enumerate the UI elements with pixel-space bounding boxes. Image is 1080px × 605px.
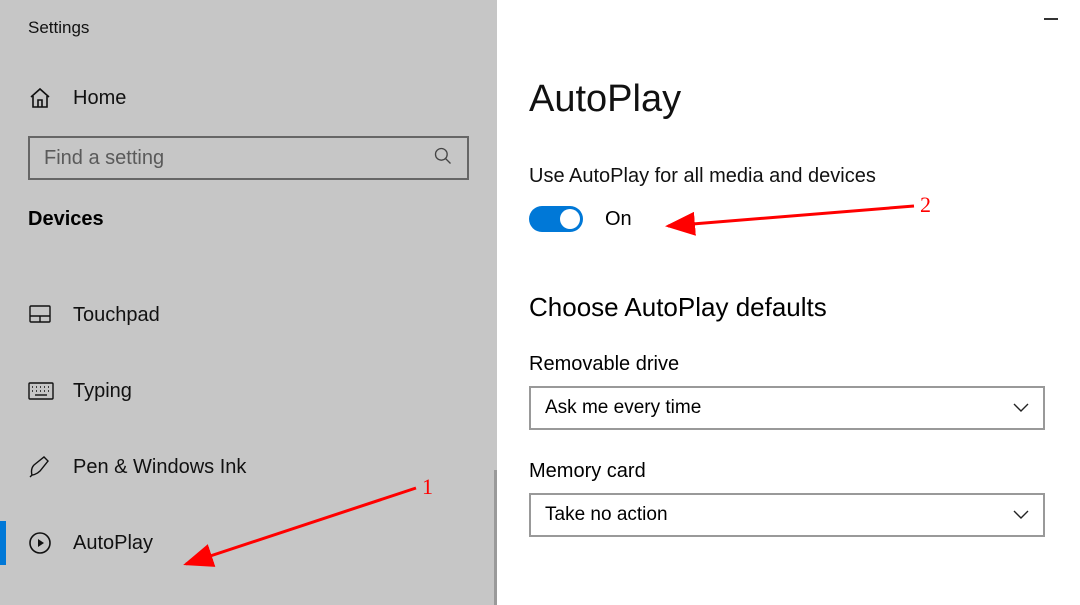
sidebar-section-title: Devices — [0, 208, 497, 231]
select-value: Take no action — [545, 504, 668, 526]
sidebar-item-home[interactable]: Home — [0, 86, 497, 110]
sidebar-item-label: Touchpad — [73, 304, 160, 327]
sidebar-item-label: Typing — [73, 380, 132, 403]
sidebar-home-label: Home — [73, 87, 126, 110]
autoplay-toggle-label: Use AutoPlay for all media and devices — [529, 165, 1056, 188]
toggle-state-label: On — [605, 208, 632, 231]
minimize-button[interactable] — [1044, 18, 1058, 20]
search-placeholder: Find a setting — [44, 147, 164, 170]
memory-card-select[interactable]: Take no action — [529, 493, 1045, 537]
sidebar-item-touchpad[interactable]: Touchpad — [0, 287, 497, 343]
pen-icon — [28, 455, 73, 479]
keyboard-icon — [28, 382, 73, 400]
sidebar: Settings Home Find a setting Devices — [0, 0, 497, 605]
chevron-down-icon — [1013, 504, 1029, 526]
page-title: AutoPlay — [529, 78, 1056, 121]
search-input[interactable]: Find a setting — [28, 136, 469, 180]
annotation-label-1: 1 — [422, 474, 433, 500]
sidebar-item-label: Pen & Windows Ink — [73, 456, 246, 479]
select-value: Ask me every time — [545, 397, 701, 419]
sidebar-item-typing[interactable]: Typing — [0, 363, 497, 419]
autoplay-toggle[interactable] — [529, 206, 583, 232]
sidebar-item-autoplay[interactable]: AutoPlay — [0, 515, 497, 571]
annotation-label-2: 2 — [920, 192, 931, 218]
touchpad-icon — [28, 304, 73, 326]
sidebar-item-label: AutoPlay — [73, 532, 153, 555]
removable-drive-select[interactable]: Ask me every time — [529, 386, 1045, 430]
toggle-knob — [560, 209, 580, 229]
autoplay-icon — [28, 531, 73, 555]
main-content: AutoPlay Use AutoPlay for all media and … — [497, 0, 1080, 605]
removable-drive-label: Removable drive — [529, 353, 1056, 376]
search-icon — [433, 146, 453, 171]
app-title: Settings — [0, 18, 497, 38]
memory-card-label: Memory card — [529, 460, 1056, 483]
home-icon — [28, 86, 73, 110]
defaults-title: Choose AutoPlay defaults — [529, 292, 1056, 323]
chevron-down-icon — [1013, 397, 1029, 419]
